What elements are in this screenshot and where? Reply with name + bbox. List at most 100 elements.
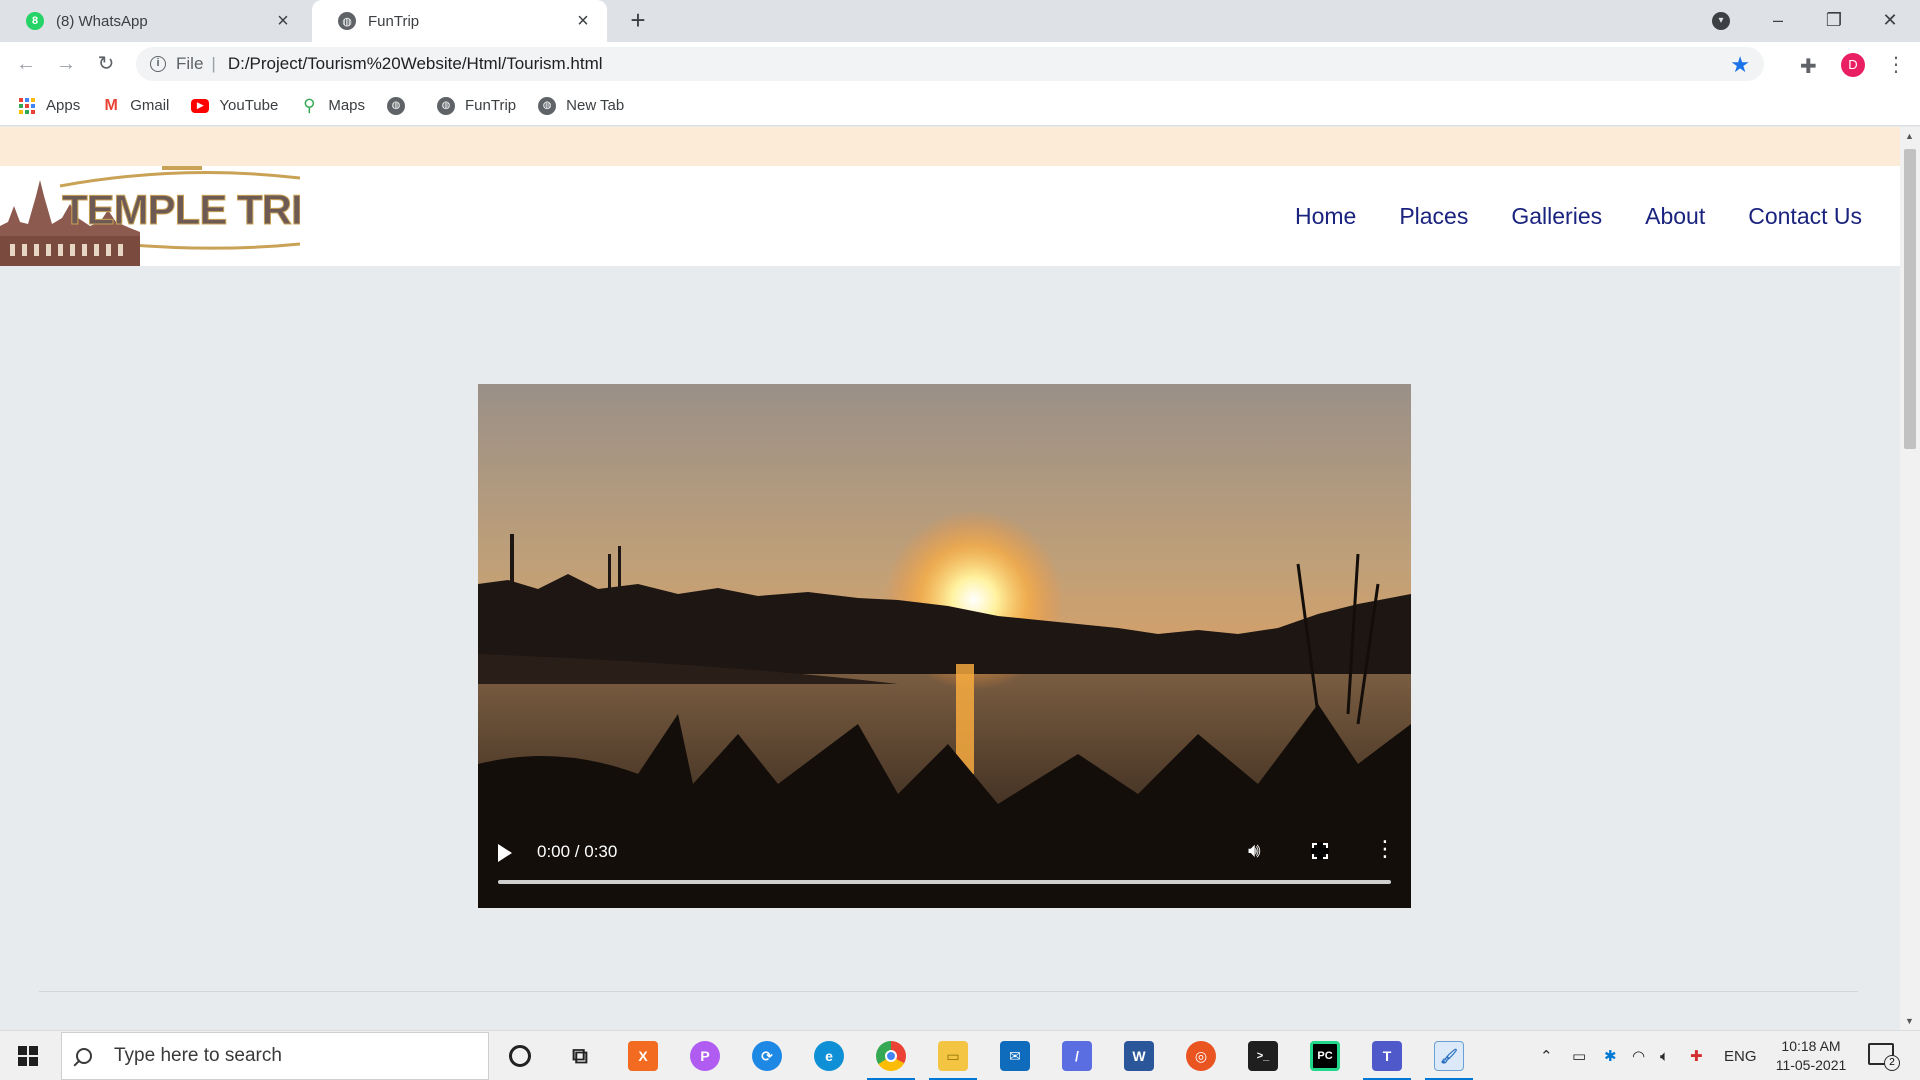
ubuntu-icon[interactable]: ◎ (1173, 1031, 1229, 1080)
back-button[interactable]: ← (12, 50, 40, 78)
bookmark-new-tab[interactable]: ◍ New Tab (538, 96, 625, 115)
restore-button[interactable]: ❐ (1806, 0, 1862, 42)
scrollbar-thumb[interactable] (1904, 149, 1916, 449)
tab-title: (8) WhatsApp (56, 12, 148, 30)
site-navigation: Home Places Galleries About Contact Us (1252, 166, 1862, 266)
nav-contact-us[interactable]: Contact Us (1748, 203, 1862, 230)
nav-about[interactable]: About (1645, 203, 1705, 230)
chrome-icon[interactable] (863, 1031, 919, 1080)
youtube-icon: ▶ (191, 98, 210, 113)
top-band (0, 127, 1900, 166)
page-viewport: TEMPLE TRIP Home Places Galleries About … (0, 127, 1900, 1030)
bookmark-label: FunTrip (465, 97, 517, 114)
bookmark-label: Maps (328, 97, 366, 114)
task-view-icon[interactable]: ⧉ (552, 1031, 608, 1080)
terminal-icon[interactable]: >_ (1235, 1031, 1291, 1080)
maps-icon: ⚲ (303, 95, 316, 115)
search-icon (76, 1048, 92, 1064)
tab-search-icon[interactable]: ▾ (1712, 12, 1730, 30)
close-tab-icon[interactable]: × (573, 11, 593, 31)
profile-avatar[interactable]: D (1841, 53, 1865, 77)
site-header: TEMPLE TRIP Home Places Galleries About … (0, 166, 1900, 266)
fullscreen-icon[interactable] (1311, 842, 1329, 860)
edge-icon[interactable]: e (801, 1031, 857, 1080)
globe-icon: ◍ (538, 96, 557, 115)
volume-icon[interactable]: 🔊︎ (1248, 840, 1261, 863)
bookmark-youtube[interactable]: ▶ YouTube (191, 97, 278, 114)
teams-icon[interactable]: T (1359, 1031, 1415, 1080)
info-icon[interactable]: i (150, 56, 166, 72)
extensions-puzzle-icon[interactable]: ✚ (1800, 54, 1817, 79)
windows-taskbar: Type here to search ⧉ X P ⟳ e ▭ ✉ / W ◎ … (0, 1030, 1920, 1080)
show-hidden-icons[interactable]: ⌃ (1540, 1031, 1553, 1080)
logo-text: TEMPLE TRIP (62, 186, 300, 233)
battery-icon[interactable]: ▭ (1572, 1031, 1586, 1080)
tab-whatsapp[interactable]: 8 (8) WhatsApp × (0, 0, 307, 42)
address-bar[interactable]: i File | D:/Project/Tourism%20Website/Ht… (136, 47, 1764, 81)
page-scrollbar[interactable]: ▲ ▼ (1900, 127, 1920, 1030)
scroll-down-icon[interactable]: ▼ (1905, 1016, 1914, 1026)
paint-icon[interactable]: 🖌︎ (1421, 1031, 1477, 1080)
bookmark-label: New Tab (566, 97, 625, 114)
xampp-icon[interactable]: X (615, 1031, 671, 1080)
temple-trip-logo[interactable]: TEMPLE TRIP (0, 166, 300, 266)
taskbar-search-placeholder: Type here to search (114, 1045, 282, 1066)
file-explorer-icon[interactable]: ▭ (925, 1031, 981, 1080)
reload-button[interactable]: ↻ (92, 50, 120, 78)
sync-app-icon[interactable]: ⟳ (739, 1031, 795, 1080)
globe-icon: ◍ (338, 12, 356, 30)
apps-grid-icon (18, 97, 36, 115)
bookmark-gmail[interactable]: M Gmail (102, 97, 170, 115)
bookmark-maps[interactable]: ⚲ Maps (300, 95, 366, 115)
address-scheme: File (176, 54, 204, 73)
mail-icon[interactable]: ✉ (987, 1031, 1043, 1080)
whiteboard-icon[interactable]: / (1049, 1031, 1105, 1080)
new-tab-button[interactable]: + (624, 6, 652, 34)
picsart-icon[interactable]: P (677, 1031, 733, 1080)
wifi-icon[interactable]: ◠ (1632, 1031, 1645, 1080)
address-separator: | (211, 54, 216, 73)
cortana-icon[interactable] (492, 1031, 548, 1080)
tab-funtrip[interactable]: ◍ FunTrip × (312, 0, 607, 42)
more-options-icon[interactable]: ⋮ (1374, 838, 1396, 860)
bookmark-funtrip[interactable]: ◍ FunTrip (437, 96, 517, 115)
word-icon[interactable]: W (1111, 1031, 1167, 1080)
nav-galleries[interactable]: Galleries (1511, 203, 1602, 230)
bookmark-star-icon[interactable]: ★ (1730, 52, 1750, 78)
whatsapp-icon: 8 (26, 12, 44, 30)
pycharm-icon[interactable]: PC (1297, 1031, 1353, 1080)
video-player[interactable]: 0:00 / 0:30 🔊︎ ⋮ (478, 384, 1411, 908)
close-window-button[interactable]: ✕ (1862, 0, 1918, 42)
video-time: 0:00 / 0:30 (537, 842, 618, 861)
bookmark-label: YouTube (219, 97, 279, 114)
taskbar-search-box[interactable]: Type here to search (61, 1032, 489, 1080)
video-progress-bar[interactable] (498, 880, 1391, 884)
taskbar-clock[interactable]: 10:18 AM 11-05-2021 (1766, 1037, 1856, 1075)
tab-title: FunTrip (368, 12, 420, 30)
bookmark-unnamed[interactable]: ◍ (387, 96, 415, 115)
scroll-up-icon[interactable]: ▲ (1905, 131, 1914, 141)
video-controls: 0:00 / 0:30 🔊︎ ⋮ (478, 828, 1411, 908)
antivirus-icon[interactable]: ✚ (1690, 1031, 1703, 1080)
speaker-icon[interactable]: 🔈︎ (1660, 1031, 1669, 1080)
bookmarks-bar: Apps M Gmail ▶ YouTube ⚲ Maps ◍ ◍ FunTri… (0, 86, 1920, 126)
close-tab-icon[interactable]: × (273, 11, 293, 31)
windows-start-icon[interactable] (18, 1046, 38, 1066)
bookmark-apps[interactable]: Apps (18, 97, 80, 115)
browser-tab-strip: 8 (8) WhatsApp × ◍ FunTrip × + ▾ – ❐ ✕ (0, 0, 1920, 42)
clock-date: 11-05-2021 (1775, 1057, 1847, 1073)
bookmark-label: Gmail (130, 97, 170, 114)
language-indicator[interactable]: ENG (1724, 1031, 1757, 1080)
forward-button[interactable]: → (52, 50, 80, 78)
browser-toolbar: ← → ↻ i File | D:/Project/Tourism%20Webs… (0, 42, 1920, 86)
notification-center-icon[interactable]: 2 (1868, 1043, 1900, 1071)
chrome-menu-icon[interactable]: ⋮ (1886, 52, 1906, 77)
notification-count: 2 (1884, 1055, 1900, 1071)
play-icon[interactable] (498, 844, 512, 862)
nav-home[interactable]: Home (1295, 203, 1356, 230)
section-divider (39, 991, 1858, 992)
bluetooth-icon[interactable]: ✱ (1604, 1031, 1617, 1080)
minimize-button[interactable]: – (1750, 0, 1806, 42)
clock-time: 10:18 AM (1781, 1038, 1841, 1054)
nav-places[interactable]: Places (1399, 203, 1468, 230)
